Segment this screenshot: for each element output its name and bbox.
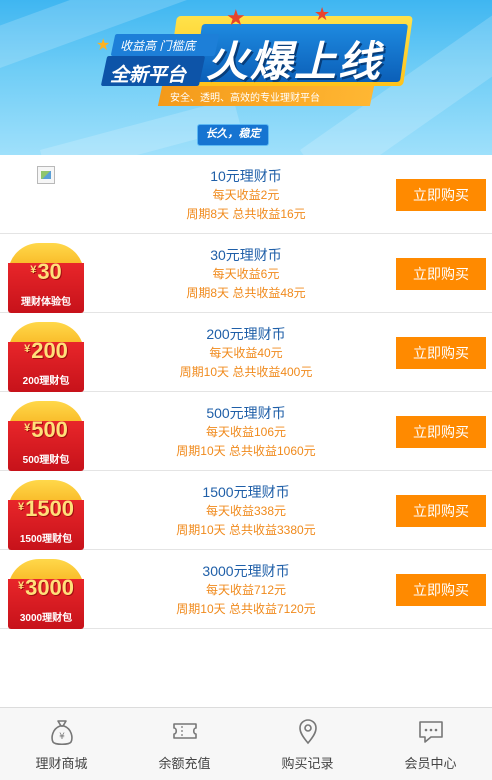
svg-text:¥: ¥	[59, 732, 65, 742]
buy-now-button[interactable]: 立即购买	[396, 337, 486, 369]
red-packet-badge: ¥200 200理财包	[8, 322, 84, 392]
banner-headline: 火爆上线	[206, 38, 383, 85]
badge-amount-value: 30	[37, 259, 62, 284]
product-list: 10元理财币 每天收益2元 周期8天 总共收益16元 立即购买 ¥30 理财体验…	[0, 155, 492, 629]
banner-tagline: 收益高 门槛底	[120, 39, 196, 53]
badge-amount-value: 200	[31, 338, 68, 363]
badge-amount: ¥30	[8, 259, 84, 285]
currency-symbol: ¥	[24, 343, 31, 355]
badge-name: 3000理财包	[19, 613, 73, 624]
red-packet-badge: ¥30 理财体验包	[8, 243, 84, 313]
product-title: 3000元理财币	[202, 563, 290, 579]
badge-amount-value: 3000	[25, 575, 75, 600]
tab-label: 会员中心	[404, 756, 457, 771]
product-daily-earnings: 每天收益2元	[212, 188, 280, 202]
product-daily-earnings: 每天收益338元	[205, 504, 287, 518]
banner-platform: 全新平台	[110, 65, 187, 86]
product-info: 1500元理财币 每天收益338元 周期10天 总共收益3380元	[100, 483, 392, 540]
product-item: ¥500 500理财包 500元理财币 每天收益106元 周期10天 总共收益1…	[0, 392, 492, 471]
product-item: ¥200 200理财包 200元理财币 每天收益40元 周期10天 总共收益40…	[0, 313, 492, 392]
product-title: 30元理财币	[210, 247, 282, 263]
currency-symbol: ¥	[17, 501, 25, 513]
product-item: 10元理财币 每天收益2元 周期8天 总共收益16元 立即购买	[0, 155, 492, 234]
product-info: 10元理财币 每天收益2元 周期8天 总共收益16元	[100, 167, 392, 224]
tab-label: 余额充值	[158, 756, 211, 771]
product-daily-earnings: 每天收益6元	[212, 267, 280, 281]
banner-ribbon-text: 安全、透明、高效的专业理财平台	[170, 93, 320, 104]
product-item: ¥1500 1500理财包 1500元理财币 每天收益338元 周期10天 总共…	[0, 471, 492, 550]
red-packet-badge: ¥3000 3000理财包	[8, 559, 84, 629]
product-item: ¥30 理财体验包 30元理财币 每天收益6元 周期8天 总共收益48元 立即购…	[0, 234, 492, 313]
product-cycle-earnings: 周期10天 总共收益7120元	[176, 602, 316, 616]
product-info: 3000元理财币 每天收益712元 周期10天 总共收益7120元	[100, 562, 392, 619]
tab-purchase-records[interactable]: 购买记录	[246, 708, 369, 780]
star-icon: ★	[96, 37, 111, 54]
tab-member-center[interactable]: 会员中心	[369, 708, 492, 780]
red-packet-badge: ¥1500 1500理财包	[8, 480, 84, 550]
chat-bubble-icon	[418, 721, 443, 743]
product-cycle-earnings: 周期8天 总共收益48元	[186, 286, 306, 300]
badge-name: 理财体验包	[21, 297, 71, 308]
badge-amount: ¥500	[8, 417, 84, 443]
product-title: 500元理财币	[206, 405, 286, 421]
badge-amount-value: 500	[31, 417, 68, 442]
star-icon: ★	[314, 4, 331, 24]
badge-name: 1500理财包	[19, 534, 73, 545]
currency-symbol: ¥	[24, 422, 31, 434]
badge-name: 500理财包	[22, 455, 70, 466]
currency-symbol: ¥	[17, 580, 25, 592]
hero-banner: 火爆上线 ★ ★ ★ 收益高 门槛底 全新平台 安全、透明、高效的专业理财平台 …	[0, 0, 492, 155]
buy-now-button[interactable]: 立即购买	[396, 416, 486, 448]
product-info: 500元理财币 每天收益106元 周期10天 总共收益1060元	[100, 404, 392, 461]
tab-finance-mall[interactable]: ¥ 理财商城	[0, 708, 123, 780]
tab-balance-recharge[interactable]: 余额充值	[123, 708, 246, 780]
product-cycle-earnings: 周期10天 总共收益400元	[179, 365, 313, 379]
tab-label: 理财商城	[35, 756, 88, 771]
product-cycle-earnings: 周期8天 总共收益16元	[186, 207, 306, 221]
broken-image-icon	[37, 166, 55, 184]
product-title: 200元理财币	[206, 326, 286, 342]
product-cycle-earnings: 周期10天 总共收益1060元	[176, 444, 316, 458]
red-packet-badge: ¥500 500理财包	[8, 401, 84, 471]
ticket-icon	[172, 723, 197, 739]
badge-name: 200理财包	[22, 376, 70, 387]
product-info: 200元理财币 每天收益40元 周期10天 总共收益400元	[100, 325, 392, 382]
product-title: 1500元理财币	[202, 484, 290, 500]
product-info: 30元理财币 每天收益6元 周期8天 总共收益48元	[100, 246, 392, 303]
buy-now-button[interactable]: 立即购买	[396, 495, 486, 527]
product-daily-earnings: 每天收益40元	[209, 346, 283, 360]
bottom-tab-bar: ¥ 理财商城 余额充值 购买记录 会员中心	[0, 707, 492, 780]
badge-amount: ¥1500	[8, 496, 84, 522]
product-title: 10元理财币	[210, 168, 282, 184]
tab-label: 购买记录	[281, 756, 334, 771]
location-pin-icon	[298, 719, 317, 745]
banner-slogan: 长久，稳定	[205, 128, 261, 140]
product-item: ¥3000 3000理财包 3000元理财币 每天收益712元 周期10天 总共…	[0, 550, 492, 629]
star-icon: ★	[226, 5, 246, 30]
currency-symbol: ¥	[30, 264, 37, 276]
product-daily-earnings: 每天收益106元	[205, 425, 287, 439]
buy-now-button[interactable]: 立即购买	[396, 258, 486, 290]
product-daily-earnings: 每天收益712元	[205, 583, 287, 597]
badge-amount: ¥200	[8, 338, 84, 364]
buy-now-button[interactable]: 立即购买	[396, 179, 486, 211]
money-bag-icon: ¥	[50, 720, 73, 746]
buy-now-button[interactable]: 立即购买	[396, 574, 486, 606]
product-cycle-earnings: 周期10天 总共收益3380元	[176, 523, 316, 537]
badge-amount: ¥3000	[8, 575, 84, 601]
badge-amount-value: 1500	[25, 496, 75, 521]
